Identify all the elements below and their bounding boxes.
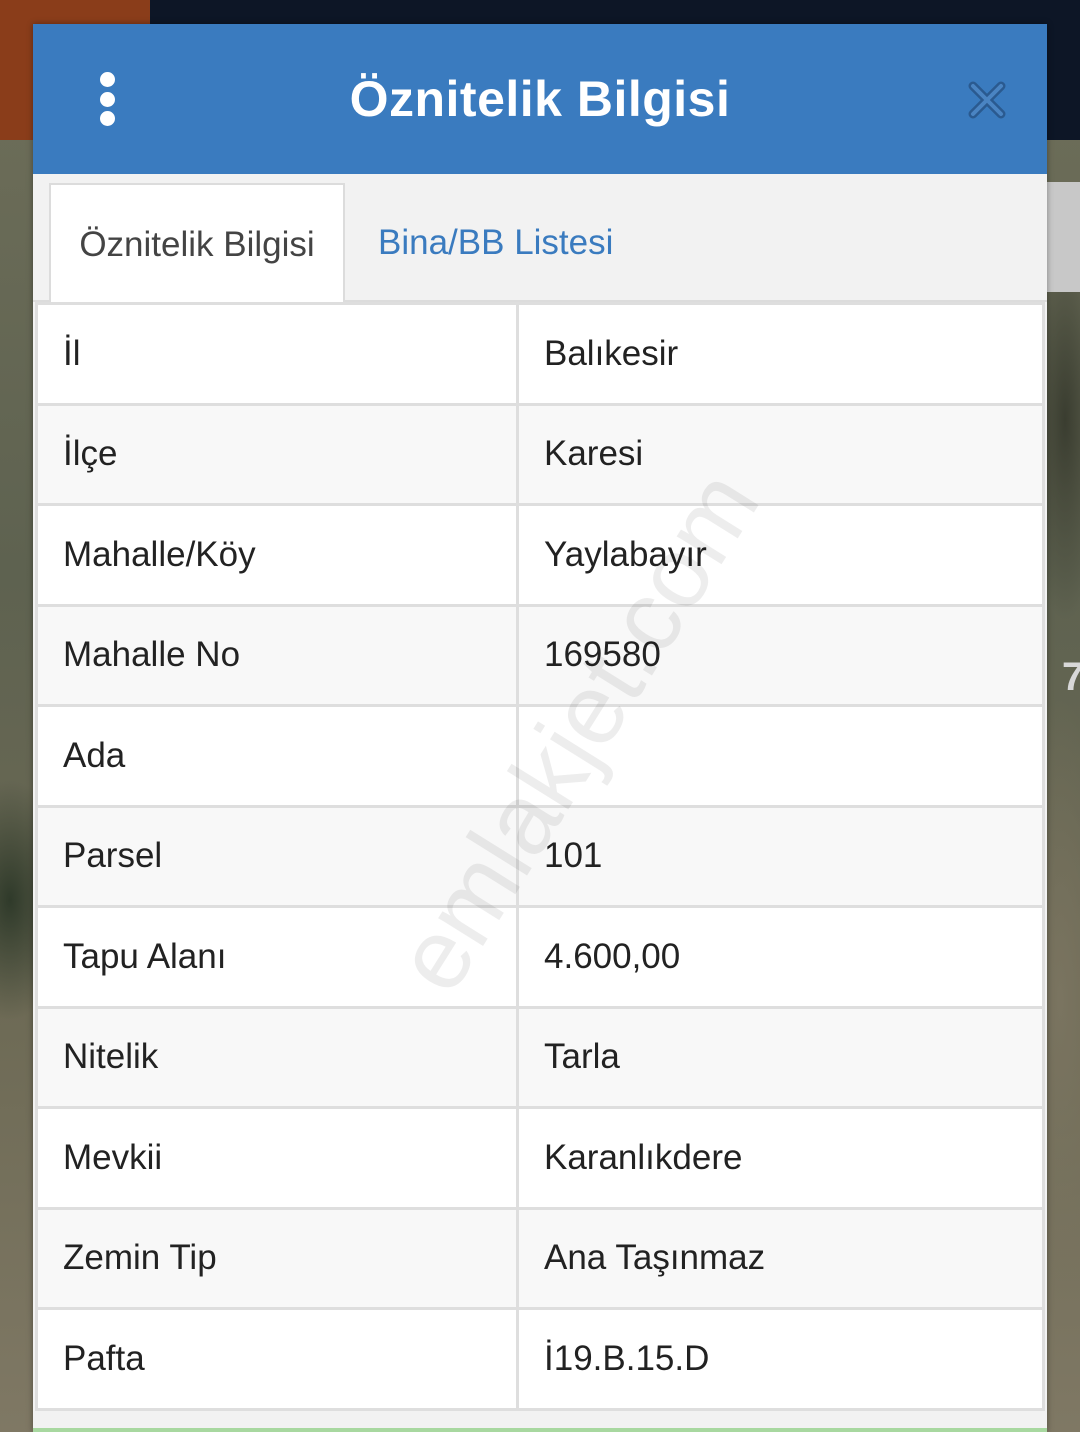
table-row: İl Balıkesir xyxy=(35,302,1045,406)
attribute-table: İl Balıkesir İlçe Karesi Mahalle/Köy Yaylabay… xyxy=(35,302,1045,1411)
attribute-dialog: Öznitelik Bilgisi Öznitelik Bilgisi Bina… xyxy=(33,24,1047,1432)
close-icon[interactable] xyxy=(967,80,1007,120)
map-side-control xyxy=(1047,182,1080,292)
attribute-value: 169580 xyxy=(516,603,1045,707)
attribute-key: Nitelik xyxy=(35,1005,519,1109)
table-row: Tapu Alanı 4.600,00 xyxy=(35,905,1045,1009)
attribute-key: Mahalle No xyxy=(35,603,519,707)
attribute-key: Pafta xyxy=(35,1307,519,1411)
bottom-edge xyxy=(33,1428,1047,1432)
attribute-value: Yaylabayır xyxy=(516,503,1045,607)
attribute-value: Tarla xyxy=(516,1005,1045,1109)
attribute-key: İl xyxy=(35,302,519,406)
attribute-key: Mevkii xyxy=(35,1106,519,1210)
table-row: Mahalle No 169580 xyxy=(35,603,1045,707)
tab-attribute-info[interactable]: Öznitelik Bilgisi xyxy=(49,183,345,304)
table-row: Pafta İ19.B.15.D xyxy=(35,1307,1045,1411)
attribute-value: Balıkesir xyxy=(516,302,1045,406)
tab-building-list[interactable]: Bina/BB Listesi xyxy=(378,183,613,302)
attribute-key: Parsel xyxy=(35,804,519,908)
tab-bar: Öznitelik Bilgisi Bina/BB Listesi xyxy=(33,174,1047,304)
table-row: Zemin Tip Ana Taşınmaz xyxy=(35,1206,1045,1310)
table-row: Mevkii Karanlıkdere xyxy=(35,1106,1045,1210)
map-side-glyph: 7 xyxy=(1062,655,1080,699)
attribute-key: Tapu Alanı xyxy=(35,905,519,1009)
attribute-key: Ada xyxy=(35,704,519,808)
table-row: Parsel 101 xyxy=(35,804,1045,908)
attribute-value: 4.600,00 xyxy=(516,905,1045,1009)
table-row: Mahalle/Köy Yaylabayır xyxy=(35,503,1045,607)
attribute-key: Mahalle/Köy xyxy=(35,503,519,607)
attribute-value: İ19.B.15.D xyxy=(516,1307,1045,1411)
table-row: Ada xyxy=(35,704,1045,808)
attribute-value: Karanlıkdere xyxy=(516,1106,1045,1210)
table-row: İlçe Karesi xyxy=(35,402,1045,506)
attribute-value: 101 xyxy=(516,804,1045,908)
attribute-key: İlçe xyxy=(35,402,519,506)
dialog-header: Öznitelik Bilgisi xyxy=(33,24,1047,174)
dialog-title: Öznitelik Bilgisi xyxy=(349,71,731,127)
attribute-value: Ana Taşınmaz xyxy=(516,1206,1045,1310)
vertical-dots-icon[interactable] xyxy=(97,72,117,126)
table-row: Nitelik Tarla xyxy=(35,1005,1045,1109)
attribute-value xyxy=(516,704,1045,808)
attribute-value: Karesi xyxy=(516,402,1045,506)
attribute-key: Zemin Tip xyxy=(35,1206,519,1310)
